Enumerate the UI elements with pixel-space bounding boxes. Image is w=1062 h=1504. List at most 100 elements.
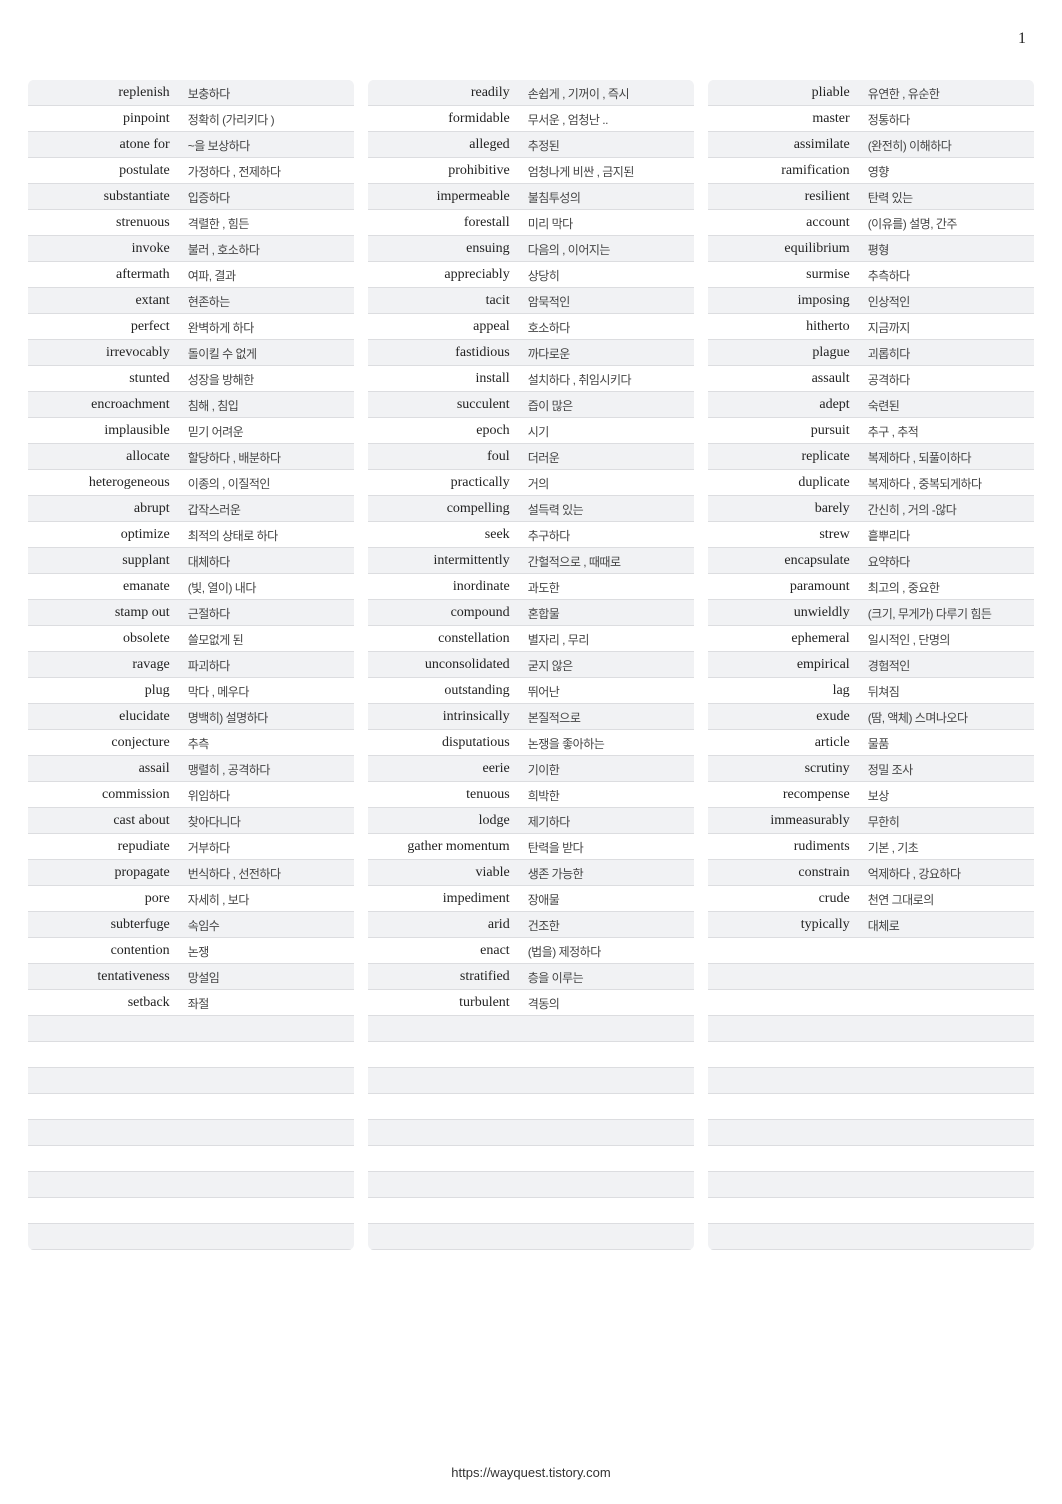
vocab-definition: 성장을 방해한 xyxy=(180,371,354,388)
vocab-term: elucidate xyxy=(28,709,180,725)
vocab-row: ensuing다음의 , 이어지는 xyxy=(368,236,694,262)
vocab-term: postulate xyxy=(28,163,180,179)
vocab-term xyxy=(28,1133,180,1134)
footer-url: https://wayquest.tistory.com xyxy=(0,1465,1062,1480)
vocab-row: pliable유연한 , 유순한 xyxy=(708,80,1034,106)
vocab-row: appeal호소하다 xyxy=(368,314,694,340)
vocab-term xyxy=(368,1159,520,1160)
vocab-term: encroachment xyxy=(28,397,180,413)
vocab-row xyxy=(368,1094,694,1120)
vocab-definition: 시기 xyxy=(520,423,694,440)
vocab-term: master xyxy=(708,111,860,127)
vocab-term: strenuous xyxy=(28,215,180,231)
vocab-row: encroachment침해 , 침입 xyxy=(28,392,354,418)
vocab-term: enact xyxy=(368,943,520,959)
vocab-definition: 경험적인 xyxy=(860,657,1034,674)
vocab-term: assail xyxy=(28,761,180,777)
vocab-definition: 추측하다 xyxy=(860,267,1034,284)
vocab-term: adept xyxy=(708,397,860,413)
vocab-row: account(이유를) 설명, 간주 xyxy=(708,210,1034,236)
vocab-definition xyxy=(180,1055,354,1056)
vocab-term: compelling xyxy=(368,501,520,517)
vocab-definition: 보상 xyxy=(860,787,1034,804)
vocab-definition: 더러운 xyxy=(520,449,694,466)
vocab-definition: 거의 xyxy=(520,475,694,492)
vocab-term: ramification xyxy=(708,163,860,179)
vocab-row: rudiments기본 , 기초 xyxy=(708,834,1034,860)
vocab-term xyxy=(708,1211,860,1212)
vocab-definition: 최고의 , 중요한 xyxy=(860,579,1034,596)
vocab-row xyxy=(368,1224,694,1250)
vocab-definition xyxy=(180,1107,354,1108)
vocab-term xyxy=(368,1133,520,1134)
vocab-row: epoch시기 xyxy=(368,418,694,444)
vocab-term: rudiments xyxy=(708,839,860,855)
vocab-definition: 엄청나게 비싼 , 금지된 xyxy=(520,163,694,180)
vocab-term: impermeable xyxy=(368,189,520,205)
vocab-row: aftermath여파, 결과 xyxy=(28,262,354,288)
vocab-row: arid건조한 xyxy=(368,912,694,938)
vocab-term xyxy=(708,1055,860,1056)
vocab-term xyxy=(708,951,860,952)
vocab-definition: 최적의 상태로 하다 xyxy=(180,527,354,544)
vocab-definition: 뛰어난 xyxy=(520,683,694,700)
vocab-definition: 정밀 조사 xyxy=(860,761,1034,778)
vocab-term: ravage xyxy=(28,657,180,673)
vocab-definition: 위임하다 xyxy=(180,787,354,804)
vocab-row: assimilate(완전히) 이해하다 xyxy=(708,132,1034,158)
vocab-term: contention xyxy=(28,943,180,959)
vocab-definition: 격동의 xyxy=(520,995,694,1012)
vocab-row: forestall미리 막다 xyxy=(368,210,694,236)
vocab-row xyxy=(368,1172,694,1198)
vocab-term: forestall xyxy=(368,215,520,231)
vocab-definition: 복제하다 , 되풀이하다 xyxy=(860,449,1034,466)
vocab-definition: 물품 xyxy=(860,735,1034,752)
page: 1 replenish보충하다pinpoint정확히 (가리키다 )atone … xyxy=(0,0,1062,1504)
vocab-definition: 대체로 xyxy=(860,917,1034,934)
vocab-definition: 설득력 있는 xyxy=(520,501,694,518)
vocab-row xyxy=(708,1094,1034,1120)
vocab-definition: 복제하다 , 중복되게하다 xyxy=(860,475,1034,492)
vocab-definition xyxy=(520,1107,694,1108)
vocab-term xyxy=(28,1185,180,1186)
vocab-term: atone for xyxy=(28,137,180,153)
vocab-definition: 혼합물 xyxy=(520,605,694,622)
vocab-definition: 추측 xyxy=(180,735,354,752)
vocab-row: stamp out근절하다 xyxy=(28,600,354,626)
vocab-definition: 막다 , 메우다 xyxy=(180,683,354,700)
vocab-term: appeal xyxy=(368,319,520,335)
vocab-row: pursuit추구 , 추적 xyxy=(708,418,1034,444)
vocab-row: recompense보상 xyxy=(708,782,1034,808)
vocab-row: lag뒤쳐짐 xyxy=(708,678,1034,704)
vocab-term: implausible xyxy=(28,423,180,439)
vocab-row: tentativeness망설임 xyxy=(28,964,354,990)
vocab-definition xyxy=(520,1029,694,1030)
vocab-row: crude천연 그대로의 xyxy=(708,886,1034,912)
vocab-row: subterfuge속임수 xyxy=(28,912,354,938)
vocab-row: scrutiny정밀 조사 xyxy=(708,756,1034,782)
vocab-row: readily손쉽게 , 기꺼이 , 즉시 xyxy=(368,80,694,106)
vocab-term: succulent xyxy=(368,397,520,413)
vocab-row: conjecture추측 xyxy=(28,730,354,756)
vocab-definition: 암묵적인 xyxy=(520,293,694,310)
vocab-definition: 요약하다 xyxy=(860,553,1034,570)
vocab-term: foul xyxy=(368,449,520,465)
vocab-term: ensuing xyxy=(368,241,520,257)
vocab-row: surmise추측하다 xyxy=(708,262,1034,288)
vocab-term: conjecture xyxy=(28,735,180,751)
vocab-term: equilibrium xyxy=(708,241,860,257)
vocab-definition: 믿기 어려운 xyxy=(180,423,354,440)
vocab-definition: 쓸모없게 된 xyxy=(180,631,354,648)
vocab-row: replenish보충하다 xyxy=(28,80,354,106)
vocab-definition: 간신히 , 거의 -않다 xyxy=(860,501,1034,518)
vocab-definition xyxy=(860,1107,1034,1108)
vocab-term: perfect xyxy=(28,319,180,335)
vocab-row xyxy=(708,1068,1034,1094)
vocab-row xyxy=(368,1016,694,1042)
vocab-definition: 가정하다 , 전제하다 xyxy=(180,163,354,180)
vocab-row: elucidate명백히) 설명하다 xyxy=(28,704,354,730)
vocab-row: emanate(빛, 열이) 내다 xyxy=(28,574,354,600)
vocab-definition xyxy=(860,1237,1034,1238)
vocab-row xyxy=(368,1068,694,1094)
vocab-term: allocate xyxy=(28,449,180,465)
